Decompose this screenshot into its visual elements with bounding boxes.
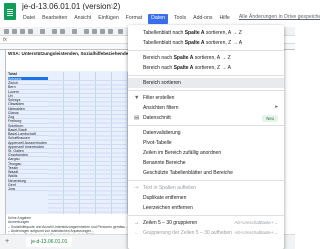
last-edit-link[interactable]: Alle Änderungen in Drive gespeichert xyxy=(239,14,320,24)
menu-data-slicer[interactable]: ▤ Datenschnitt Neu xyxy=(128,113,284,123)
menu-divider xyxy=(128,125,284,126)
menu-datei[interactable]: Datei xyxy=(22,14,36,24)
undo-icon[interactable] xyxy=(4,29,9,34)
slicer-icon: ▤ xyxy=(134,115,140,121)
menu-divider xyxy=(128,90,284,91)
menu-split-text: ⇥ Text in Spalten aufteilen xyxy=(134,185,197,191)
menu-pivot-table[interactable]: Pivot-Tabelle xyxy=(128,138,284,148)
data-menu: Tabellenblatt nach Spalte A sortieren, A… xyxy=(128,25,284,249)
menu-named-ranges[interactable]: Benannte Bereiche xyxy=(128,158,284,168)
title-bar: je-d-13.06.01.01 (version 2) ☆ Datei Bea… xyxy=(0,0,320,27)
star-icon[interactable]: ☆ xyxy=(108,2,115,11)
group-shortcut: Alt+Umschalttaste+→ xyxy=(234,220,278,225)
menu-data-validation[interactable]: Datenvalidierung xyxy=(128,128,284,138)
document-title[interactable]: je-d-13.06.01.01 (version 2) xyxy=(22,2,120,11)
menu-sort-sheet-z-a[interactable]: Tabellenblatt nach Spalte A sortieren, Z… xyxy=(128,38,284,48)
bold-icon[interactable] xyxy=(84,29,89,34)
menu-sort-range-a-z[interactable]: Bereich nach Spalte A sortieren, A → Z xyxy=(128,53,284,63)
menu-group-rows[interactable]: → Zeilen 5 – 30 gruppieren Alt+Umschaltt… xyxy=(128,218,284,228)
add-sheet-icon[interactable]: + xyxy=(5,238,9,245)
menu-divider xyxy=(128,75,284,76)
menu-ansicht[interactable]: Ansicht xyxy=(73,14,92,24)
menu-divider xyxy=(128,215,284,216)
currency-icon[interactable] xyxy=(52,29,57,34)
menu-filter-views[interactable]: Ansichten filtern ▸ xyxy=(128,103,284,113)
menu-randomize-range[interactable]: Zeilen im Bereich zufällig anordnen xyxy=(128,148,284,158)
menu-tools[interactable]: Tools xyxy=(173,14,187,24)
grid-rows xyxy=(48,77,128,214)
fill-color-icon[interactable] xyxy=(118,29,123,34)
split-columns-icon: ⇥ xyxy=(134,185,139,191)
ungroup-shortcut: Alt+Umschalttaste+← xyxy=(234,230,278,235)
filter-icon: ▼ xyxy=(134,95,140,101)
strikethrough-icon[interactable] xyxy=(100,29,105,34)
ungroup-icon: ← xyxy=(134,230,140,236)
menu-format[interactable]: Format xyxy=(125,14,143,24)
menu-bearbeiten[interactable]: Bearbeiten xyxy=(41,14,68,24)
redo-icon[interactable] xyxy=(12,29,17,34)
menu-hilfe[interactable]: Hilfe xyxy=(218,14,230,24)
submenu-arrow-icon: ▸ xyxy=(275,104,278,110)
menu-divider xyxy=(128,50,284,51)
menu-create-filter[interactable]: ▼ Filter erstellen xyxy=(128,93,284,103)
menu-remove-duplicates[interactable]: Duplikate entfernen xyxy=(128,193,284,203)
fx-icon: fx xyxy=(3,37,7,43)
paint-format-icon[interactable] xyxy=(28,29,33,34)
zoom-icon[interactable] xyxy=(40,29,45,34)
menu-protected-sheets[interactable]: Geschützte Tabellenblätter und Bereiche xyxy=(128,168,284,178)
text-color-icon[interactable] xyxy=(108,29,113,34)
new-badge: Neu xyxy=(262,114,278,122)
group-icon: → xyxy=(134,220,140,226)
state-list: Schweiz Zürich Bern Luzern Uri Schwyz Obwalden… xyxy=(8,77,48,192)
notes-block: Keine Angaben Anmerkungen – Sozialhilfequo… xyxy=(8,216,128,234)
table-row[interactable]: Jura xyxy=(8,187,48,192)
sheet-tab[interactable]: je-d-13.06.01.01 xyxy=(26,237,73,247)
menu-bar: Datei Bearbeiten Ansicht Einfügen Format… xyxy=(22,14,320,24)
sheets-logo-icon[interactable] xyxy=(4,3,16,20)
menu-sort-range-z-a[interactable]: Bereich nach Spalte A sortieren, Z → A xyxy=(128,63,284,73)
menu-daten[interactable]: Daten xyxy=(148,14,168,24)
menu-add-ons[interactable]: Add-ons xyxy=(192,14,213,24)
category-header-cell[interactable]: Total xyxy=(8,72,17,76)
italic-icon[interactable] xyxy=(92,29,97,34)
font-icon[interactable] xyxy=(72,29,77,34)
percent-icon[interactable] xyxy=(60,29,65,34)
menu-sort-range[interactable]: Bereich sortieren xyxy=(128,78,284,88)
menu-ungroup-rows: ← Gruppierung der Zeilen 5 – 30 aufheben… xyxy=(134,230,278,236)
print-icon[interactable] xyxy=(20,29,25,34)
menu-sort-sheet-a-z[interactable]: Tabellenblatt nach Spalte A sortieren, A… xyxy=(128,28,284,38)
menu-einfuegen[interactable]: Einfügen xyxy=(97,14,119,24)
menu-divider xyxy=(128,180,284,181)
menu-trim-whitespace[interactable]: Leerzeichen entfernen xyxy=(128,203,284,213)
